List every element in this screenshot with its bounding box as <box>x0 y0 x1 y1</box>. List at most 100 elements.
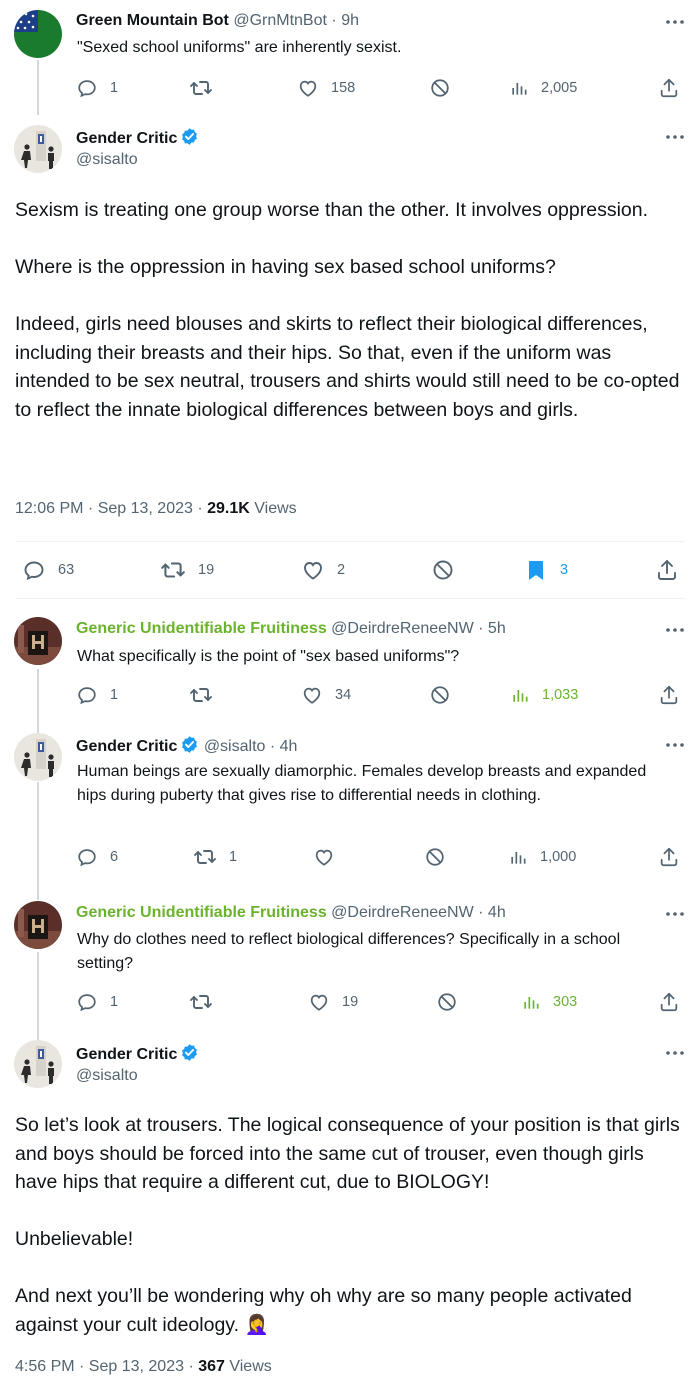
tweet-text: Human beings are sexually diamorphic. Fe… <box>77 763 647 804</box>
reply-button[interactable]: 63 <box>22 558 74 582</box>
like-icon <box>308 991 330 1013</box>
block-button[interactable] <box>431 558 455 582</box>
author-handle[interactable]: @GrnMtnBot <box>233 12 327 29</box>
post-time[interactable]: 9h <box>341 12 359 29</box>
timestamp[interactable]: 4:56 PM · Sep 13, 2023 · <box>15 1358 198 1375</box>
share-button[interactable] <box>655 558 679 582</box>
views-icon <box>521 992 541 1012</box>
like-button[interactable]: 2 <box>301 558 345 582</box>
post-time[interactable]: 4h <box>280 738 298 755</box>
author-handle-row: @sisalto <box>76 151 138 169</box>
author-name[interactable]: Generic Unidentifiable Fruitiness <box>76 904 327 921</box>
reply-button[interactable]: 6 <box>76 845 118 869</box>
retweet-button[interactable]: 19 <box>160 558 214 582</box>
author-handle-row: @sisalto <box>76 1067 138 1085</box>
share-button[interactable] <box>658 845 680 869</box>
author-handle[interactable]: @sisalto <box>76 151 138 168</box>
divider <box>15 541 685 542</box>
post-time[interactable]: 5h <box>488 620 506 637</box>
tweet-text: Why do clothes need to reflect biologica… <box>77 931 621 972</box>
tweet-text: "Sexed school uniforms" are inherently s… <box>77 39 402 56</box>
tweet-header: Green Mountain Bot @GrnMtnBot · 9h <box>76 12 359 30</box>
block-icon <box>424 846 446 868</box>
retweet-button[interactable] <box>189 990 213 1014</box>
reply-button[interactable]: 1 <box>76 990 118 1014</box>
more-icon[interactable] <box>664 127 686 147</box>
tweet-meta: 4:56 PM · Sep 13, 2023 · 367 Views <box>15 1358 272 1376</box>
avatar[interactable] <box>14 733 62 781</box>
views-icon <box>508 847 528 867</box>
tweet-paragraph: Unbelievable! <box>15 1228 134 1250</box>
reply-button[interactable]: 1 <box>76 76 118 100</box>
tweet-header: Generic Unidentifiable Fruitiness @Deird… <box>76 904 506 922</box>
retweet-icon <box>193 845 217 869</box>
share-button[interactable] <box>658 683 680 707</box>
reply-button[interactable]: 1 <box>76 683 118 707</box>
author-handle[interactable]: @DeirdreReneeNW <box>331 904 474 921</box>
retweet-icon <box>189 683 213 707</box>
author-name[interactable]: Gender Critic <box>76 130 177 147</box>
avatar[interactable] <box>14 617 62 665</box>
like-button[interactable]: 158 <box>297 76 355 100</box>
block-icon <box>436 991 458 1013</box>
avatar[interactable] <box>14 901 62 949</box>
views-button[interactable]: 1,033 <box>510 683 578 707</box>
timestamp[interactable]: 12:06 PM · Sep 13, 2023 · <box>15 500 207 517</box>
like-icon <box>297 77 319 99</box>
author-handle[interactable]: @sisalto <box>204 738 266 755</box>
author-name[interactable]: Gender Critic <box>76 1046 177 1063</box>
block-button[interactable] <box>424 845 446 869</box>
views-label: Views <box>249 500 297 517</box>
share-icon <box>658 991 680 1013</box>
avatar[interactable] <box>14 1040 62 1088</box>
bookmark-button[interactable]: 3 <box>524 558 568 582</box>
more-icon[interactable] <box>664 620 686 640</box>
tweet-body: Sexism is treating one group worse than … <box>15 196 687 424</box>
bookmark-count: 3 <box>560 562 569 578</box>
views-button[interactable]: 2,005 <box>509 76 577 100</box>
retweet-icon <box>189 990 213 1014</box>
retweet-button[interactable]: 1 <box>193 845 237 869</box>
reply-icon <box>76 991 98 1013</box>
like-button[interactable]: 34 <box>301 683 351 707</box>
like-count: 19 <box>342 994 359 1010</box>
author-handle[interactable]: @DeirdreReneeNW <box>331 620 474 637</box>
like-icon <box>313 846 335 868</box>
more-icon[interactable] <box>664 904 686 924</box>
like-button[interactable] <box>313 845 335 869</box>
author-name[interactable]: Green Mountain Bot <box>76 12 229 29</box>
verified-icon <box>180 735 199 754</box>
more-icon[interactable] <box>664 735 686 755</box>
more-icon[interactable] <box>664 1043 686 1063</box>
like-count: 2 <box>337 562 346 578</box>
views-count: 1,033 <box>542 687 579 703</box>
block-button[interactable] <box>436 990 458 1014</box>
bookmark-icon <box>524 558 548 582</box>
retweet-button[interactable] <box>189 76 213 100</box>
like-count: 34 <box>335 687 352 703</box>
tweet-paragraph: Sexism is treating one group worse than … <box>15 199 649 221</box>
author-name[interactable]: Gender Critic <box>76 738 177 755</box>
views-button[interactable]: 1,000 <box>508 845 576 869</box>
separator-dot: · <box>331 12 337 29</box>
reply-icon <box>76 846 98 868</box>
block-button[interactable] <box>429 683 451 707</box>
share-button[interactable] <box>658 76 680 100</box>
views-button[interactable]: 303 <box>521 990 577 1014</box>
views-count: 1,000 <box>540 849 577 865</box>
action-bar: 1 19 303 <box>0 990 700 1014</box>
author-name[interactable]: Generic Unidentifiable Fruitiness <box>76 620 327 637</box>
retweet-count: 1 <box>229 849 238 865</box>
views-count: 303 <box>553 994 578 1010</box>
avatar[interactable] <box>14 125 62 173</box>
action-bar: 1 34 1,033 <box>0 683 700 707</box>
share-button[interactable] <box>658 990 680 1014</box>
block-button[interactable] <box>429 76 451 100</box>
author-handle[interactable]: @sisalto <box>76 1067 138 1084</box>
separator-dot: · <box>269 738 276 755</box>
avatar[interactable] <box>14 10 62 58</box>
like-button[interactable]: 19 <box>308 990 358 1014</box>
post-time[interactable]: 4h <box>488 904 506 921</box>
retweet-button[interactable] <box>189 683 213 707</box>
more-icon[interactable] <box>664 12 686 32</box>
